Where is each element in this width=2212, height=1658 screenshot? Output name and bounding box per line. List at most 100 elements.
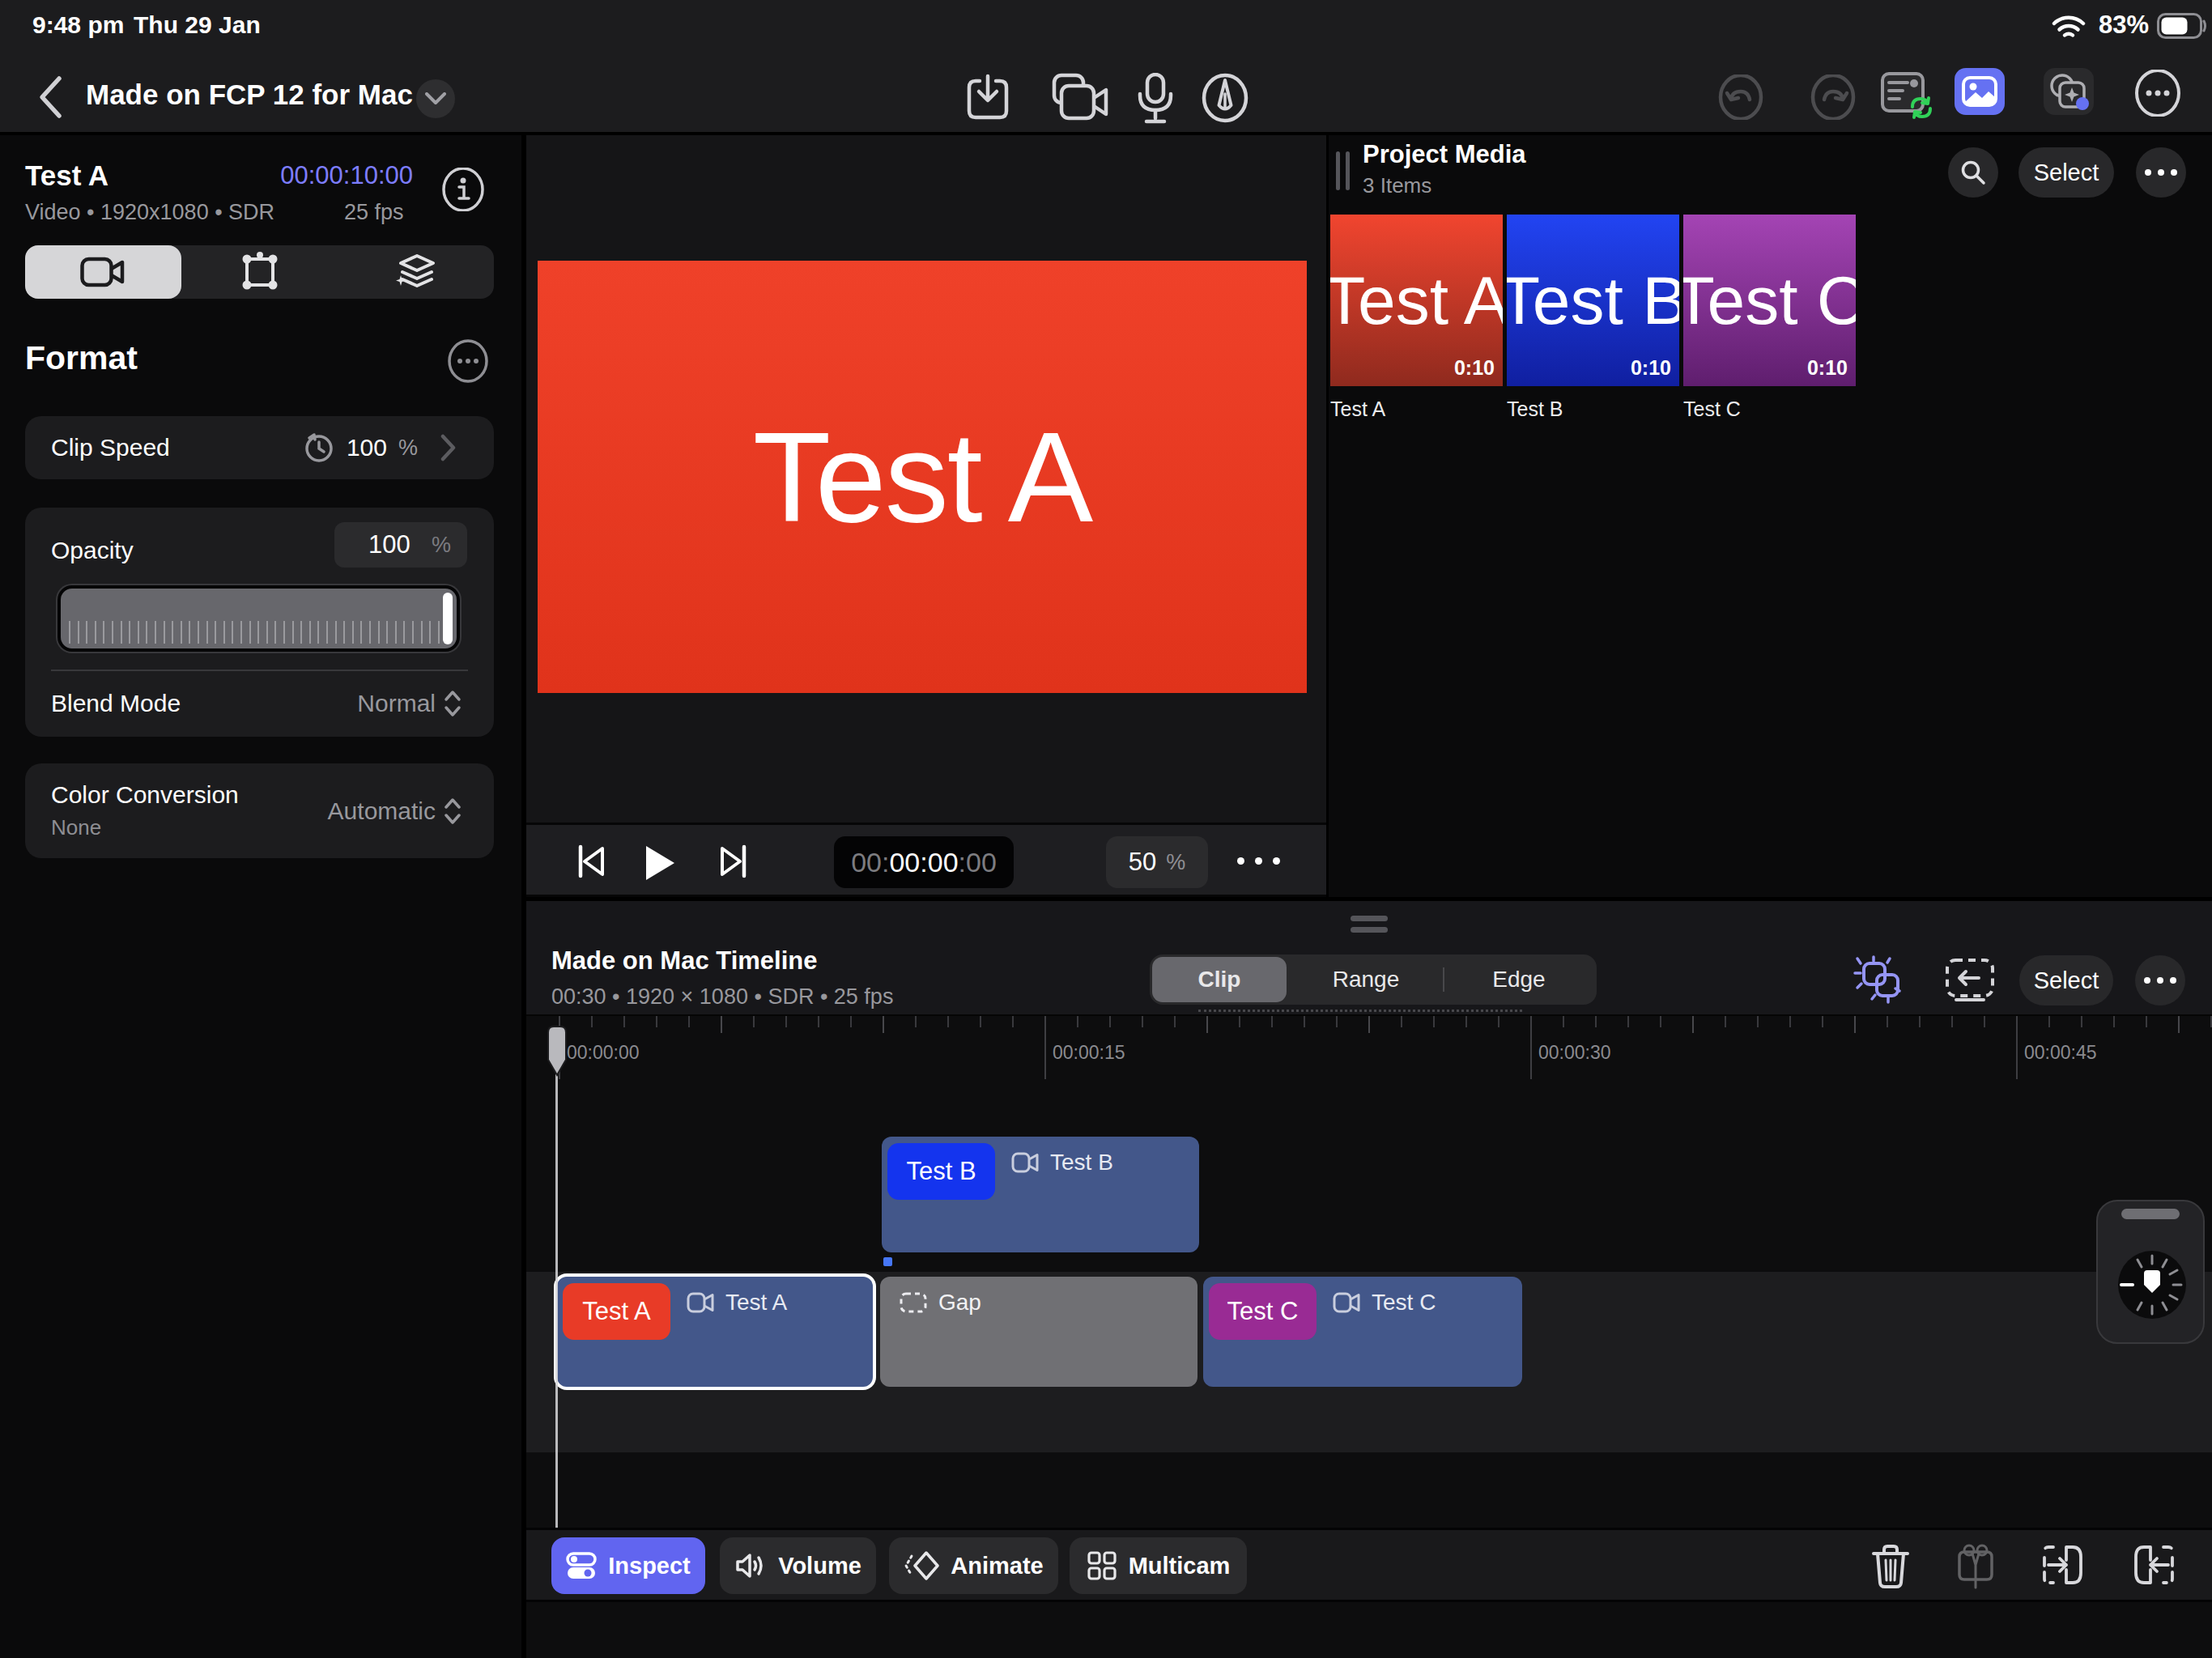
split-clip-icon[interactable] (1953, 1544, 1998, 1591)
color-conversion-value: Automatic (328, 797, 436, 825)
opacity-value-field[interactable]: 100 % (334, 522, 467, 568)
clip-connection-dot (883, 1257, 892, 1266)
jog-wheel-widget[interactable] (2096, 1200, 2205, 1344)
inspector-clip-title: Test A (25, 159, 108, 192)
more-button[interactable] (2134, 70, 2181, 117)
clip-thumbnail-badge: Test A (563, 1283, 670, 1340)
timeline-drag-handle[interactable] (1351, 927, 1388, 933)
mode-edge[interactable]: Edge (1444, 957, 1593, 1002)
project-media-panel: Project Media 3 Items Select Test A 0:10… (1329, 135, 2212, 897)
video-frame[interactable]: Test A (538, 261, 1307, 693)
overwrite-frame-icon[interactable] (1945, 958, 1995, 1003)
tab-transform[interactable] (181, 245, 338, 299)
wifi-icon (2052, 15, 2086, 40)
delete-icon[interactable] (1870, 1544, 1911, 1589)
clip-name: Gap (938, 1290, 981, 1316)
jog-dial[interactable] (2116, 1249, 2188, 1320)
slider-handle[interactable] (443, 593, 453, 644)
media-item-label: Test C (1683, 397, 1741, 421)
media-item-label: Test A (1330, 397, 1385, 421)
insert-left-icon[interactable] (2131, 1544, 2175, 1586)
opacity-unit: % (432, 533, 451, 558)
import-icon[interactable] (967, 73, 1009, 121)
viewer-zoom-field[interactable]: 50 % (1106, 836, 1208, 888)
animate-label: Animate (951, 1553, 1043, 1579)
timeline-clip[interactable]: Test B Test B (882, 1137, 1199, 1252)
viewer-more-button[interactable] (1237, 857, 1280, 865)
effects-button[interactable] (2044, 68, 2094, 115)
redo-icon[interactable] (1810, 74, 1856, 120)
ruler-label: 00:00:15 (1053, 1042, 1125, 1064)
sync-project-icon[interactable] (1880, 71, 1938, 121)
info-button[interactable] (441, 168, 485, 211)
camera-icon (1333, 1292, 1360, 1313)
media-search-button[interactable] (1948, 147, 1998, 198)
clip-name: Test B (1050, 1150, 1113, 1175)
video-overlay-text: Test A (753, 404, 1091, 551)
record-camera-icon[interactable] (1048, 73, 1112, 121)
timeline-select-button[interactable]: Select (2019, 955, 2113, 1005)
tab-video[interactable] (25, 245, 181, 299)
clip-speed-value: 100 (347, 434, 387, 461)
draw-icon[interactable] (1200, 73, 1250, 123)
blend-mode-row[interactable]: Blend Mode Normal (25, 670, 494, 737)
timeline-clip[interactable]: Test A Test A (557, 1277, 873, 1387)
color-conversion-row[interactable]: Color Conversion None Automatic (25, 763, 494, 858)
jog-grip[interactable] (2121, 1209, 2180, 1219)
animate-icon (904, 1550, 939, 1582)
tab-effects-layers[interactable] (338, 245, 494, 299)
timeline-dock: Inspect Volume Animate Multic (526, 1528, 2212, 1602)
connect-clips-icon[interactable] (1853, 955, 1906, 1005)
timeline-clip[interactable]: Gap (880, 1277, 1197, 1387)
back-button[interactable] (36, 74, 65, 120)
camera-icon (1011, 1152, 1039, 1173)
mode-clip[interactable]: Clip (1152, 957, 1287, 1002)
media-item[interactable]: Test A 0:10 (1330, 215, 1503, 386)
clip-name: Test A (725, 1290, 787, 1316)
playhead-line[interactable] (555, 1071, 558, 1529)
timeline-title: Made on Mac Timeline (551, 946, 817, 976)
status-time: 9:48 pm (32, 11, 124, 39)
animate-button[interactable]: Animate (889, 1537, 1058, 1594)
media-item[interactable]: Test C 0:10 (1683, 215, 1856, 386)
media-browser-button[interactable] (1955, 68, 2005, 115)
insert-right-icon[interactable] (2042, 1544, 2086, 1586)
playhead-handle[interactable] (546, 1024, 568, 1078)
panel-drag-handle[interactable] (1336, 151, 1340, 190)
chevron-right-icon (440, 434, 457, 461)
format-options-button[interactable] (446, 339, 490, 383)
color-conversion-sub: None (51, 815, 239, 840)
media-item[interactable]: Test B 0:10 (1507, 215, 1679, 386)
ruler-label: 00:00:45 (2024, 1042, 2097, 1064)
timeline-drag-handle[interactable] (1351, 916, 1388, 921)
updown-chevrons-icon (444, 797, 462, 825)
timeline-ruler[interactable]: 00:00:0000:00:1500:00:3000:00:45 (526, 1016, 2212, 1081)
tc-minutes: 00 (889, 847, 920, 878)
timeline-clip[interactable]: Test C Test C (1203, 1277, 1522, 1387)
current-timecode[interactable]: 00:00:00:00 (834, 836, 1014, 888)
tc-seconds: 00 (928, 847, 959, 878)
inspector-panel: Test A 00:00:10:00 Video • 1920x1080 • S… (0, 135, 524, 1658)
media-more-button[interactable] (2136, 147, 2186, 198)
gap-icon (900, 1292, 927, 1313)
skip-back-button[interactable] (576, 844, 606, 879)
multicam-button[interactable]: Multicam (1070, 1537, 1247, 1594)
undo-icon[interactable] (1718, 74, 1763, 120)
mode-range[interactable]: Range (1289, 957, 1443, 1002)
multicam-icon (1087, 1550, 1117, 1581)
timeline-more-button[interactable] (2135, 955, 2185, 1005)
inspector-duration[interactable]: 00:00:10:00 (227, 161, 413, 190)
project-menu-button[interactable] (416, 79, 455, 118)
microphone-icon[interactable] (1137, 73, 1174, 125)
play-button[interactable] (643, 844, 677, 882)
inspect-button[interactable]: Inspect (551, 1537, 705, 1594)
color-conversion-label: Color Conversion (51, 781, 239, 809)
clip-speed-row[interactable]: Clip Speed 100 % (25, 416, 494, 479)
blend-mode-label: Blend Mode (51, 690, 181, 717)
volume-button[interactable]: Volume (720, 1537, 876, 1594)
panel-drag-handle[interactable] (1346, 151, 1350, 190)
media-item-text: Test A (1330, 261, 1503, 340)
skip-forward-button[interactable] (719, 844, 748, 879)
opacity-slider[interactable] (57, 585, 460, 652)
media-select-button[interactable]: Select (2018, 147, 2114, 198)
